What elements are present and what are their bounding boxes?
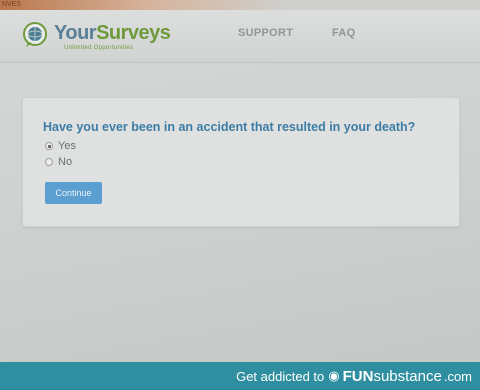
survey-question-card: Have you ever been in an accident that r… (22, 97, 460, 227)
watermark-brand: FUNsubstance (343, 368, 442, 385)
continue-button[interactable]: Continue (45, 182, 102, 204)
nav-faq-link[interactable]: FAQ (332, 27, 356, 39)
nav-support-link[interactable]: SUPPORT (238, 27, 293, 39)
answer-option-no[interactable]: No (45, 156, 72, 168)
watermark-brand-fun: FUN (342, 367, 374, 385)
logo-word-your: Your (54, 22, 97, 44)
browser-tab-strip: NVES (0, 0, 480, 10)
globe-speech-logo-icon[interactable] (22, 22, 48, 48)
logo-wordmark[interactable]: YourSurveys (54, 22, 171, 44)
answer-option-yes[interactable]: Yes (45, 140, 76, 152)
radio-no[interactable] (45, 158, 53, 166)
logo-word-surveys: Surveys (96, 22, 171, 44)
watermark-domain: .com (443, 368, 472, 384)
logo-tagline: Unlimited Opportunities (64, 45, 134, 51)
answer-label-yes: Yes (58, 140, 76, 152)
watermark-lead-text: Get addicted to (236, 368, 325, 384)
watermark-brand-sub: substance (373, 367, 442, 385)
watermark-banner: Get addicted to ◉ FUNsubstance .com (0, 362, 480, 390)
survey-question-text: Have you ever been in an accident that r… (43, 120, 416, 134)
site-header: YourSurveys Unlimited Opportunities SUPP… (0, 10, 480, 63)
funsubstance-logo-icon: ◉ (328, 368, 340, 383)
answer-label-no: No (58, 156, 73, 168)
browser-tab-fragment: NVES (2, 1, 22, 8)
radio-yes[interactable] (45, 142, 53, 150)
